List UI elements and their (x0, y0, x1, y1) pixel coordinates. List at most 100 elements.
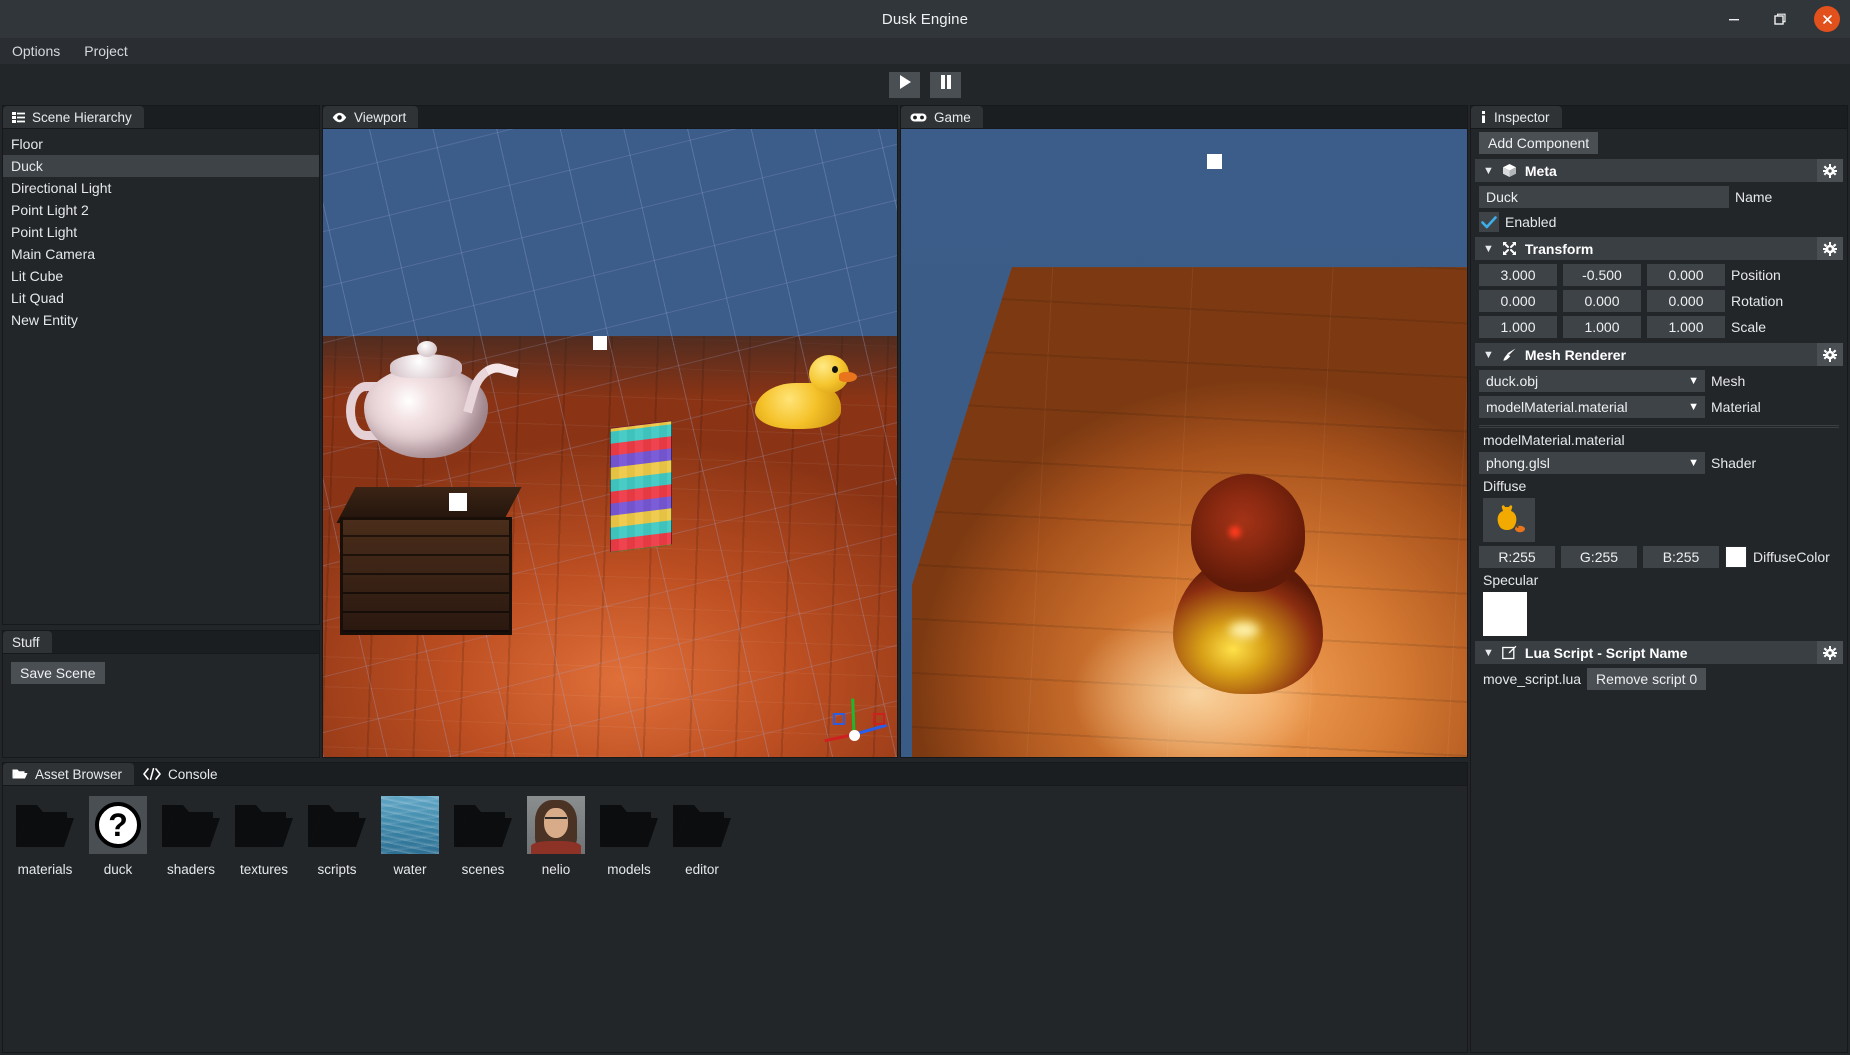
mesh-value: duck.obj (1486, 373, 1539, 389)
maximize-icon[interactable] (1768, 7, 1792, 31)
crate-front (340, 516, 513, 635)
hierarchy-item-point-light[interactable]: Point Light (3, 221, 319, 243)
asset-item-shaders[interactable]: shaders (155, 794, 227, 877)
play-button[interactable] (889, 71, 920, 98)
shader-dropdown[interactable]: phong.glsl ▼ (1479, 452, 1705, 474)
rotation-y-field[interactable]: 0.000 (1563, 290, 1641, 312)
component-header-meta[interactable]: ▼ Meta (1475, 159, 1843, 182)
tab-viewport[interactable]: Viewport (323, 106, 419, 128)
tab-label: Game (934, 109, 971, 125)
duck-mesh-viewport[interactable] (755, 355, 858, 430)
diffuse-texture-thumbnail[interactable] (1483, 498, 1535, 542)
menu-item-project[interactable]: Project (72, 40, 140, 62)
component-header-mesh-renderer[interactable]: ▼ Mesh Renderer (1475, 343, 1843, 366)
asset-label: water (393, 862, 427, 877)
position-x-field[interactable]: 3.000 (1479, 264, 1557, 286)
tab-inspector[interactable]: Inspector (1471, 106, 1562, 128)
transform-scale-row: 1.000 1.000 1.000 Scale (1479, 316, 1843, 338)
scale-x-field[interactable]: 1.000 (1479, 316, 1557, 338)
rotation-x-field[interactable]: 0.000 (1479, 290, 1557, 312)
asset-item-duck[interactable]: ? duck (82, 794, 154, 877)
entity-name-field[interactable]: Duck (1479, 186, 1729, 208)
asset-item-nelio[interactable]: nelio (520, 794, 592, 877)
gear-icon[interactable] (1817, 159, 1843, 182)
gear-icon[interactable] (1817, 237, 1843, 260)
asset-item-water[interactable]: water (374, 794, 446, 877)
teapot-knob (416, 340, 437, 357)
diffuse-b-field[interactable]: B:255 (1643, 546, 1719, 568)
material-dropdown[interactable]: modelMaterial.material ▼ (1479, 396, 1705, 418)
minimize-icon[interactable] (1722, 7, 1746, 31)
chevron-down-icon[interactable]: ▼ (1483, 165, 1494, 177)
menu-item-options[interactable]: Options (0, 40, 72, 62)
position-y-field[interactable]: -0.500 (1563, 264, 1641, 286)
chevron-down-icon[interactable]: ▼ (1483, 647, 1494, 659)
list-icon (12, 111, 25, 123)
point-light-gizmo-2[interactable] (449, 493, 468, 512)
asset-item-scripts[interactable]: scripts (301, 794, 373, 877)
pause-button[interactable] (930, 71, 961, 98)
component-header-transform[interactable]: ▼ Transform (1475, 237, 1843, 260)
diffuse-g-field[interactable]: G:255 (1561, 546, 1637, 568)
specular-color-swatch[interactable] (1483, 592, 1527, 636)
crate-mesh[interactable] (336, 486, 522, 635)
scale-z-field[interactable]: 1.000 (1647, 316, 1725, 338)
position-z-field[interactable]: 0.000 (1647, 264, 1725, 286)
asset-item-editor[interactable]: editor (666, 794, 738, 877)
gear-icon[interactable] (1817, 343, 1843, 366)
lit-quad-mesh[interactable] (610, 420, 672, 553)
asset-item-textures[interactable]: textures (228, 794, 300, 877)
point-light-gizmo-1[interactable] (592, 336, 607, 351)
tab-console[interactable]: Console (134, 763, 230, 785)
duck-specular-highlight-head (1228, 526, 1241, 539)
stuff-panel: Stuff Save Scene (2, 630, 320, 758)
mesh-dropdown[interactable]: duck.obj ▼ (1479, 370, 1705, 392)
gizmo-center-handle[interactable] (849, 730, 860, 741)
hierarchy-item-new-entity[interactable]: New Entity (3, 309, 319, 331)
tab-scene-hierarchy[interactable]: Scene Hierarchy (3, 106, 144, 128)
viewport-render-surface[interactable] (323, 129, 897, 757)
folder-icon (160, 794, 222, 856)
playback-toolbar (0, 64, 1850, 105)
tab-game[interactable]: Game (901, 106, 983, 128)
cube-icon (1502, 163, 1517, 178)
game-render-surface[interactable] (901, 129, 1467, 757)
edit-icon (1502, 645, 1517, 660)
rotation-z-field[interactable]: 0.000 (1647, 290, 1725, 312)
hierarchy-item-floor[interactable]: Floor (3, 133, 319, 155)
hierarchy-item-duck[interactable]: Duck (3, 155, 319, 177)
chevron-down-icon[interactable]: ▼ (1483, 349, 1494, 361)
asset-item-scenes[interactable]: scenes (447, 794, 519, 877)
hierarchy-item-lit-quad[interactable]: Lit Quad (3, 287, 319, 309)
teapot-mesh[interactable] (345, 330, 519, 465)
transform-gizmo[interactable] (824, 698, 889, 753)
diffuse-r-field[interactable]: R:255 (1479, 546, 1555, 568)
tab-label: Stuff (12, 634, 40, 650)
shader-value: phong.glsl (1486, 455, 1550, 471)
hierarchy-item-directional-light[interactable]: Directional Light (3, 177, 319, 199)
enabled-checkbox[interactable] (1479, 212, 1499, 232)
component-header-lua-script[interactable]: ▼ Lua Script - Script Name (1475, 641, 1843, 664)
tab-asset-browser[interactable]: Asset Browser (3, 763, 135, 785)
gizmo-plane-handle-red[interactable] (873, 713, 885, 725)
add-component-button[interactable]: Add Component (1479, 132, 1599, 154)
asset-item-materials[interactable]: materials (9, 794, 81, 877)
asset-item-models[interactable]: models (593, 794, 665, 877)
hierarchy-item-main-camera[interactable]: Main Camera (3, 243, 319, 265)
close-icon[interactable] (1814, 6, 1840, 32)
hierarchy-item-point-light-2[interactable]: Point Light 2 (3, 199, 319, 221)
asset-label: models (607, 862, 651, 877)
hierarchy-item-lit-cube[interactable]: Lit Cube (3, 265, 319, 287)
inspector-tabstrip: Inspector (1471, 106, 1847, 129)
info-icon (1480, 111, 1487, 123)
scale-y-field[interactable]: 1.000 (1563, 316, 1641, 338)
diffuse-color-swatch[interactable] (1725, 546, 1747, 568)
chevron-down-icon[interactable]: ▼ (1483, 243, 1494, 255)
unknown-file-icon: ? (87, 794, 149, 856)
gizmo-plane-handle-blue[interactable] (833, 713, 845, 725)
gear-icon[interactable] (1817, 641, 1843, 664)
remove-script-button[interactable]: Remove script 0 (1587, 668, 1707, 690)
tab-stuff[interactable]: Stuff (3, 631, 52, 653)
save-scene-button[interactable]: Save Scene (11, 662, 105, 684)
folder-icon (452, 794, 514, 856)
